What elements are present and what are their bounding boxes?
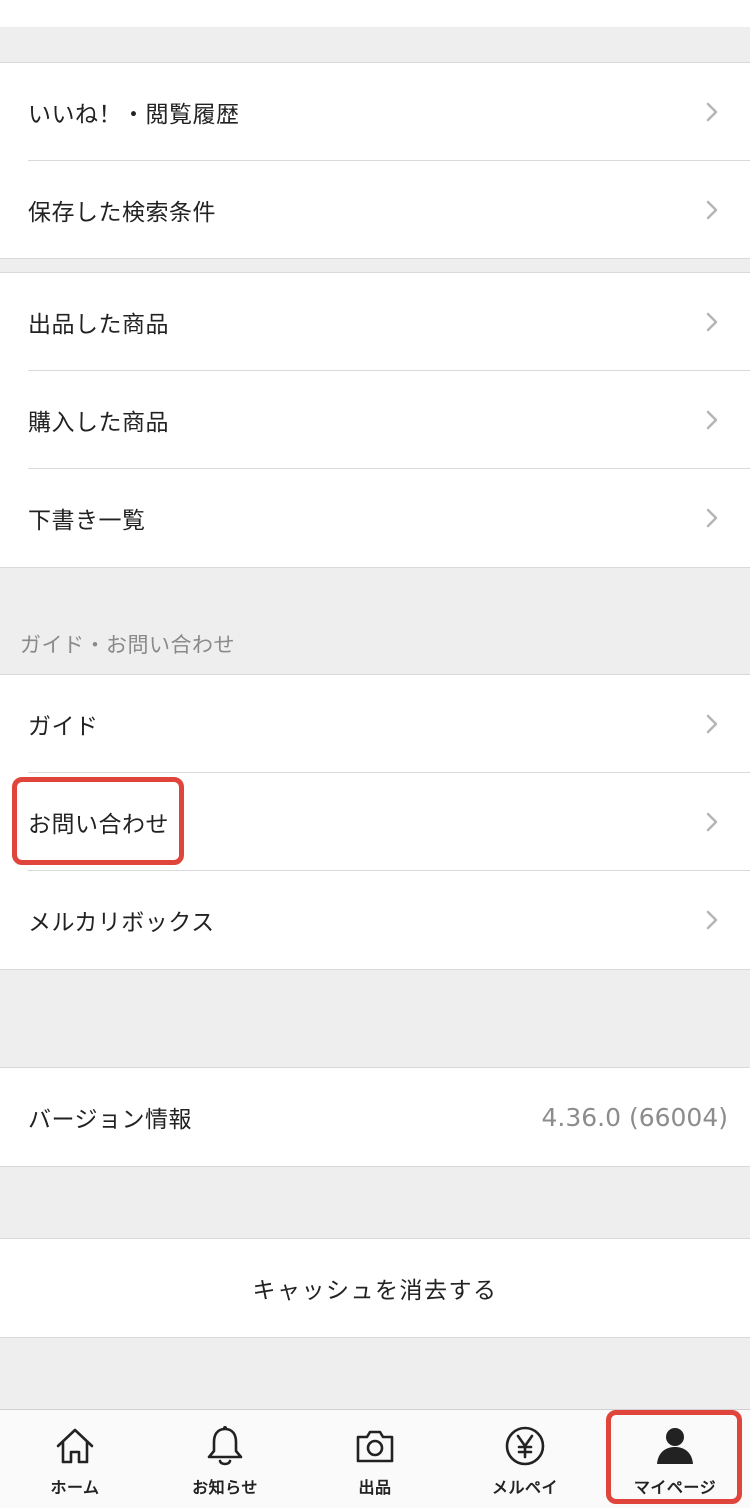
menu-item-purchased-items[interactable]: 購入した商品 (0, 371, 750, 468)
menu-item-mercari-box[interactable]: メルカリボックス (0, 871, 750, 968)
home-icon (56, 1428, 94, 1464)
chevron-right-icon (706, 312, 718, 331)
camera-icon (356, 1430, 394, 1463)
tab-label: 出品 (358, 1478, 392, 1497)
chevron-right-icon (706, 812, 718, 831)
highlight-contact (12, 777, 184, 865)
version-value: 4.36.0 (66004) (541, 1102, 729, 1132)
menu-item-guide[interactable]: ガイド (0, 675, 750, 772)
tab-merpay[interactable]: メルペイ (450, 1410, 600, 1508)
menu-item-label: 購入した商品 (28, 409, 169, 436)
clear-cache-button[interactable]: キャッシュを消去する (0, 1239, 750, 1337)
menu-item-label: いいね！・閲覧履歴 (28, 101, 240, 128)
chevron-right-icon (706, 102, 718, 121)
menu-item-likes-history[interactable]: いいね！・閲覧履歴 (0, 63, 750, 160)
menu-item-label: ガイド (28, 713, 99, 740)
menu-item-label: 下書き一覧 (28, 507, 146, 534)
chevron-right-icon (706, 200, 718, 219)
clear-cache-label: キャッシュを消去する (252, 1278, 498, 1304)
tab-label: メルペイ (491, 1478, 558, 1497)
section-header-guide: ガイド・お問い合わせ (20, 633, 235, 657)
menu-group-1: いいね！・閲覧履歴 保存した検索条件 (0, 62, 750, 259)
chevron-right-icon (706, 714, 718, 733)
menu-item-listed-items[interactable]: 出品した商品 (0, 273, 750, 370)
tab-label: ホーム (50, 1478, 100, 1497)
highlight-mypage (606, 1410, 742, 1504)
chevron-right-icon (706, 410, 718, 429)
version-row: バージョン情報 4.36.0 (66004) (0, 1068, 750, 1166)
yen-icon (505, 1426, 545, 1466)
clear-cache-row: キャッシュを消去する (0, 1238, 750, 1338)
tab-notifications[interactable]: お知らせ (150, 1410, 300, 1508)
menu-item-label: メルカリボックス (28, 909, 215, 936)
tab-label: お知らせ (192, 1478, 258, 1497)
tab-home[interactable]: ホーム (0, 1410, 150, 1508)
bell-icon (207, 1426, 243, 1466)
menu-item-saved-searches[interactable]: 保存した検索条件 (0, 161, 750, 258)
tab-sell[interactable]: 出品 (300, 1410, 450, 1508)
chevron-right-icon (706, 508, 718, 527)
menu-group-2: 出品した商品 購入した商品 下書き一覧 (0, 272, 750, 568)
top-strip (0, 0, 750, 27)
version-info-row: バージョン情報 4.36.0 (66004) (0, 1067, 750, 1167)
menu-item-label: 出品した商品 (28, 311, 169, 338)
chevron-right-icon (706, 910, 718, 929)
menu-item-label: 保存した検索条件 (28, 199, 216, 226)
version-label: バージョン情報 (28, 1107, 193, 1133)
menu-item-drafts[interactable]: 下書き一覧 (0, 469, 750, 566)
